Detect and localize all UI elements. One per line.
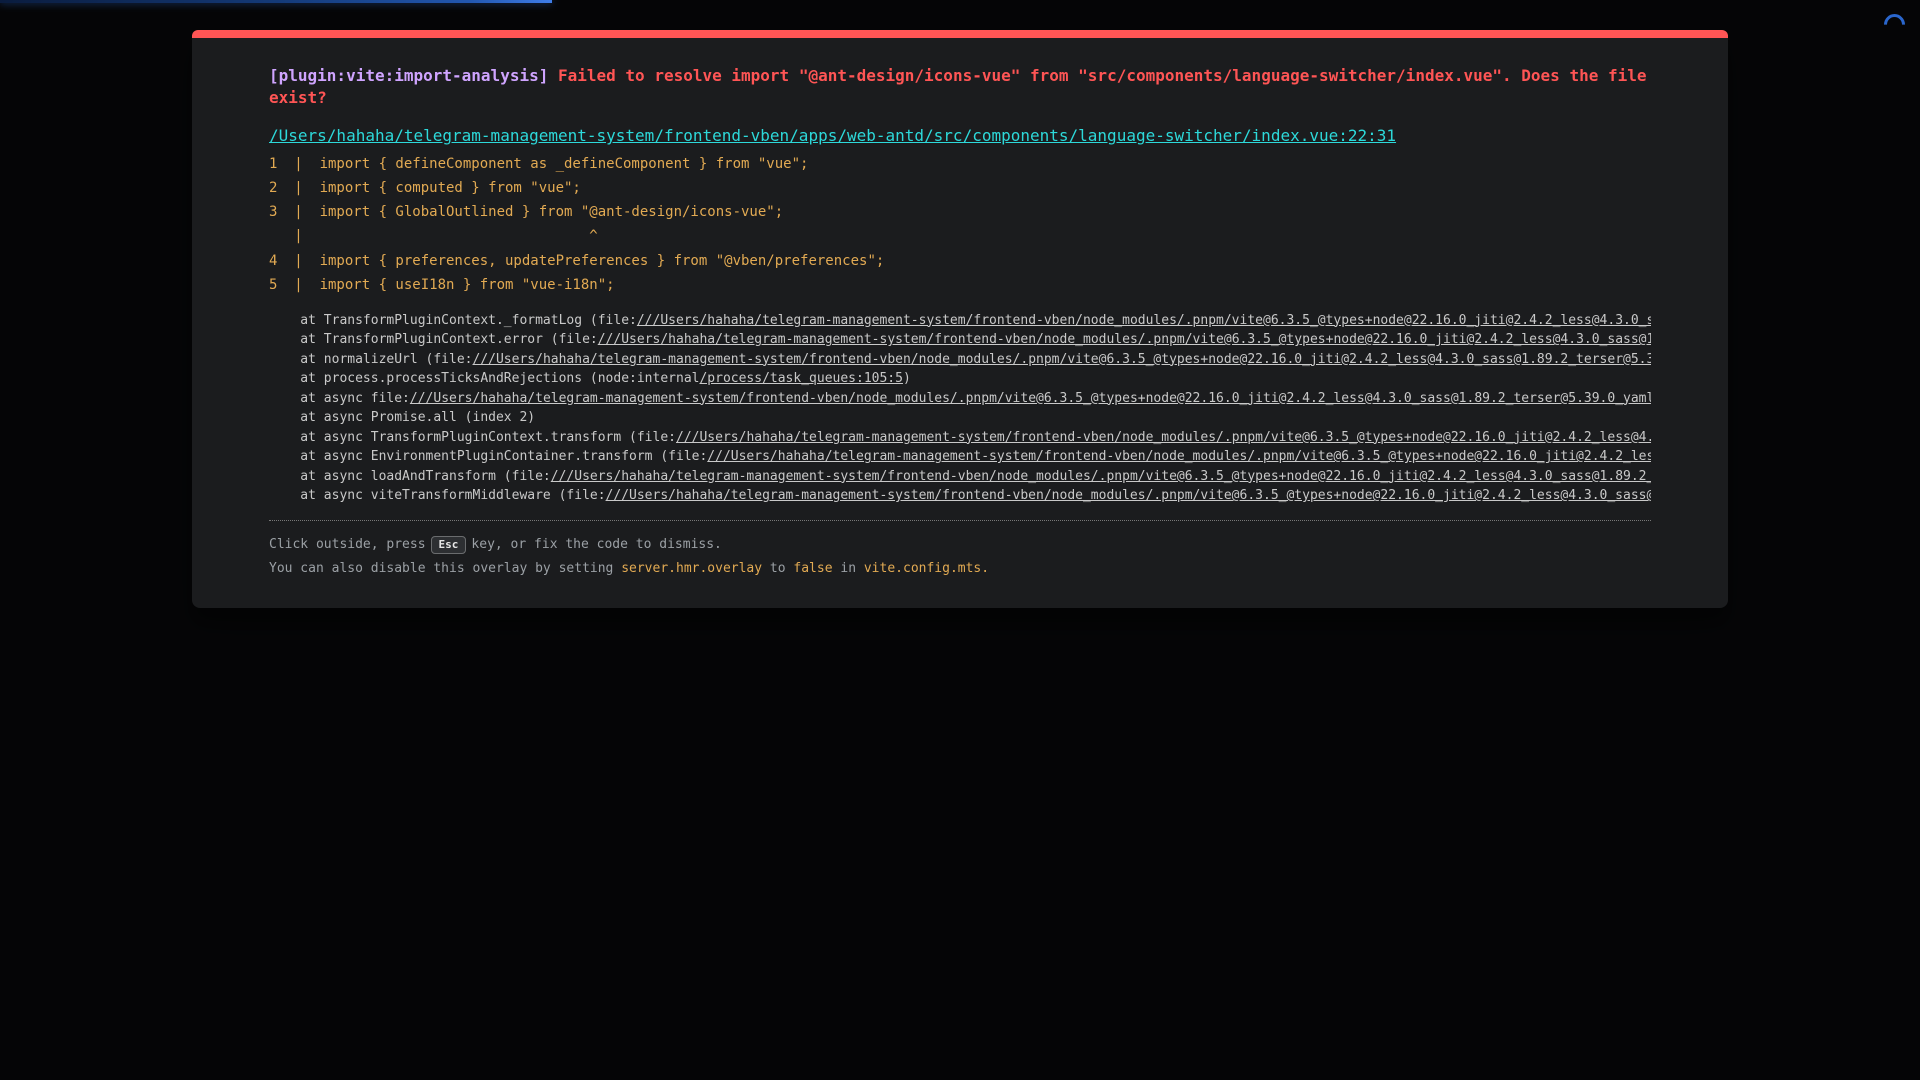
- stack-file-link[interactable]: ///Users/hahaha/telegram-management-syst…: [551, 469, 1651, 484]
- dismiss-tip: Click outside, press Esc key, or fix the c…: [269, 520, 1651, 581]
- stack-text: at async viteTransformMiddleware (file:: [269, 488, 606, 503]
- stack-line: at async TransformPluginContext.transfor…: [269, 428, 1651, 448]
- stack-text: at normalizeUrl (file:: [269, 352, 473, 367]
- stack-file-link[interactable]: ///Users/hahaha/telegram-management-syst…: [637, 313, 1651, 328]
- tip-text: in: [833, 561, 864, 576]
- stack-file-link[interactable]: ///Users/hahaha/telegram-management-syst…: [676, 430, 1651, 445]
- tip-text: You can also disable this overlay by set…: [269, 561, 621, 576]
- stack-file-link[interactable]: ///Users/hahaha/telegram-management-syst…: [598, 332, 1651, 347]
- stack-file-link[interactable]: ///Users/hahaha/telegram-management-syst…: [606, 488, 1651, 503]
- stack-text: at process.processTicksAndRejections (no…: [269, 371, 699, 386]
- stack-file-link[interactable]: ///Users/hahaha/telegram-management-syst…: [473, 352, 1652, 367]
- stack-text: ): [903, 371, 911, 386]
- file-link[interactable]: /Users/hahaha/telegram-management-system…: [269, 126, 1396, 145]
- config-option-name: server.hmr.overlay: [621, 561, 762, 576]
- stack-file-link[interactable]: /process/task_queues:105:5: [699, 371, 903, 386]
- code-frame: 1 | import { defineComponent as _defineC…: [269, 152, 1651, 296]
- stack-text: at TransformPluginContext._formatLog (fi…: [269, 313, 637, 328]
- tip-line-1: Click outside, press Esc key, or fix the c…: [269, 533, 1651, 557]
- stack-line: at async loadAndTransform (file:///Users…: [269, 467, 1651, 487]
- stack-text: at TransformPluginContext.error (file:: [269, 332, 598, 347]
- stack-line: at process.processTicksAndRejections (no…: [269, 369, 1651, 389]
- stack-line: at async file:///Users/hahaha/telegram-m…: [269, 389, 1651, 409]
- error-overlay-backdrop[interactable]: [plugin:vite:import-analysis] Failed to …: [0, 0, 1920, 1080]
- stack-line: at normalizeUrl (file:///Users/hahaha/te…: [269, 350, 1651, 370]
- config-option-value: false: [793, 561, 832, 576]
- stack-text: at async loadAndTransform (file:: [269, 469, 551, 484]
- stack-line: at async viteTransformMiddleware (file:/…: [269, 486, 1651, 506]
- stack-line: at async EnvironmentPluginContainer.tran…: [269, 447, 1651, 467]
- progress-bar: [0, 0, 552, 3]
- stack-file-link[interactable]: ///Users/hahaha/telegram-management-syst…: [410, 391, 1651, 406]
- tip-text: to: [762, 561, 793, 576]
- config-file-name: vite.config.mts.: [864, 561, 989, 576]
- stack-file-link[interactable]: ///Users/hahaha/telegram-management-syst…: [707, 449, 1651, 464]
- stack-line: at TransformPluginContext.error (file://…: [269, 330, 1651, 350]
- tip-text: Click outside, press: [269, 537, 426, 552]
- tip-line-2: You can also disable this overlay by set…: [269, 557, 1651, 581]
- stack-trace: at TransformPluginContext._formatLog (fi…: [269, 311, 1651, 506]
- tip-text: key, or fix the code to dismiss.: [471, 537, 721, 552]
- stack-line: at TransformPluginContext._formatLog (fi…: [269, 311, 1651, 331]
- stack-text: at async Promise.all (index 2): [269, 410, 535, 425]
- stack-text: at async file:: [269, 391, 410, 406]
- esc-key-badge: Esc: [431, 536, 467, 554]
- stack-line: at async Promise.all (index 2): [269, 408, 1651, 428]
- file-location: /Users/hahaha/telegram-management-system…: [269, 124, 1651, 148]
- stack-text: at async TransformPluginContext.transfor…: [269, 430, 676, 445]
- error-message: [plugin:vite:import-analysis] Failed to …: [269, 65, 1651, 108]
- error-overlay-window: [plugin:vite:import-analysis] Failed to …: [192, 30, 1728, 608]
- stack-text: at async EnvironmentPluginContainer.tran…: [269, 449, 707, 464]
- plugin-tag: [plugin:vite:import-analysis]: [269, 66, 548, 85]
